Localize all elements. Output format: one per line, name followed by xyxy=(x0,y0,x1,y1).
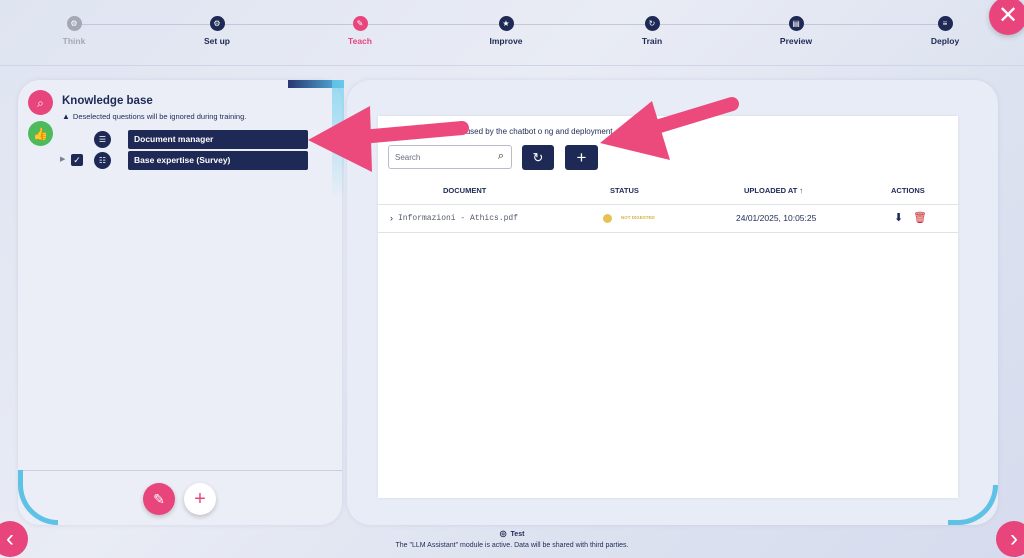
info-text: ded documents are used by the chatbot o … xyxy=(395,127,615,136)
column-actions: ACTIONS xyxy=(891,186,925,195)
column-uploaded-at[interactable]: UPLOADED AT ↑ xyxy=(744,186,803,195)
document-manager-button[interactable]: Document manager xyxy=(128,130,308,149)
tree-item-document-manager: ☰ Document manager xyxy=(60,130,310,150)
search-icon[interactable]: ⌕ xyxy=(28,90,53,115)
warning-text: Deselected questions will be ignored dur… xyxy=(72,112,247,121)
step-think[interactable]: ⚙ Think xyxy=(34,16,114,46)
step-improve-label: Improve xyxy=(489,36,523,46)
documents-card xyxy=(378,116,958,498)
add-document-button[interactable]: + xyxy=(565,145,598,170)
table-row[interactable]: › Informazioni - Athics.pdf NOT DIGESTED… xyxy=(378,205,958,233)
document-icon: ☰ xyxy=(94,131,111,148)
uploaded-date: 24/01/2025, 10:05:25 xyxy=(736,213,817,223)
include-checkbox[interactable]: ✓ xyxy=(71,154,83,166)
step-set-up-label: Set up xyxy=(204,36,230,46)
base-expertise-button[interactable]: Base expertise (Survey) xyxy=(128,151,308,170)
status-badge: NOT DIGESTED xyxy=(621,215,655,220)
download-icon[interactable]: ⬇ xyxy=(894,211,903,224)
environment-indicator: ◎ Test xyxy=(0,529,1024,538)
step-improve-icon: ★ xyxy=(498,16,514,31)
environment-label: Test xyxy=(510,531,525,538)
step-think-label: Think xyxy=(62,36,86,46)
document-name: Informazioni - Athics.pdf xyxy=(398,214,519,223)
llm-notice: The "LLM Assistant" module is active. Da… xyxy=(395,542,629,549)
close-icon[interactable]: ✕ xyxy=(989,0,1024,35)
decorative-glow xyxy=(332,80,344,200)
knowledge-base-title: Knowledge base xyxy=(62,95,153,107)
left-panel-footer xyxy=(18,470,342,525)
step-teach-label: Teach xyxy=(348,36,372,46)
step-improve[interactable]: ★ Improve xyxy=(466,16,546,46)
status-dot-icon xyxy=(603,214,612,223)
step-train[interactable]: ↻ Train xyxy=(612,16,692,46)
step-set-up[interactable]: ⚙ Set up xyxy=(177,16,257,46)
warning-icon: ▲ xyxy=(62,112,70,121)
survey-icon: ☷ xyxy=(94,152,111,169)
chevron-right-icon[interactable]: › xyxy=(996,521,1024,557)
thumbs-up-icon[interactable]: 👍 xyxy=(28,121,53,146)
globe-icon: ◎ xyxy=(499,529,507,538)
table-header: DOCUMENT STATUS UPLOADED AT ↑ ACTIONS xyxy=(378,177,958,205)
step-teach[interactable]: ✎ Teach xyxy=(320,16,400,46)
document-search[interactable]: ⌕ xyxy=(388,145,512,169)
search-input[interactable] xyxy=(395,150,485,165)
step-think-icon: ⚙ xyxy=(66,16,82,31)
add-item-button[interactable]: + xyxy=(184,483,216,515)
step-train-icon: ↻ xyxy=(644,16,660,31)
tree-item-base-expertise: ▶ ✓ ☷ Base expertise (Survey) xyxy=(60,151,310,171)
refresh-icon[interactable]: ↻ xyxy=(522,145,554,170)
column-status: STATUS xyxy=(610,186,639,195)
progress-stepper: ⚙ Think ⚙ Set up ✎ Teach ★ Improve ↻ Tra… xyxy=(0,0,1024,66)
chevron-left-icon[interactable]: ‹ xyxy=(0,521,28,557)
step-deploy-icon: ≡ xyxy=(937,16,953,31)
chevron-right-icon[interactable]: › xyxy=(390,213,393,223)
edit-icon[interactable]: ✎ xyxy=(143,483,175,515)
column-document: DOCUMENT xyxy=(443,186,487,195)
step-teach-icon: ✎ xyxy=(352,16,368,31)
training-warning: ▲ Deselected questions will be ignored du… xyxy=(62,112,246,121)
step-deploy[interactable]: ≡ Deploy xyxy=(905,16,985,46)
search-icon[interactable]: ⌕ xyxy=(498,150,504,163)
step-train-label: Train xyxy=(641,36,663,46)
step-preview-label: Preview xyxy=(779,36,813,46)
step-set-up-icon: ⚙ xyxy=(209,16,225,31)
delete-icon[interactable]: 🗑 xyxy=(913,211,927,224)
step-preview-icon: ▤ xyxy=(788,16,804,31)
step-preview[interactable]: ▤ Preview xyxy=(756,16,836,46)
step-deploy-label: Deploy xyxy=(930,36,960,46)
expand-caret-icon[interactable]: ▶ xyxy=(60,155,65,163)
